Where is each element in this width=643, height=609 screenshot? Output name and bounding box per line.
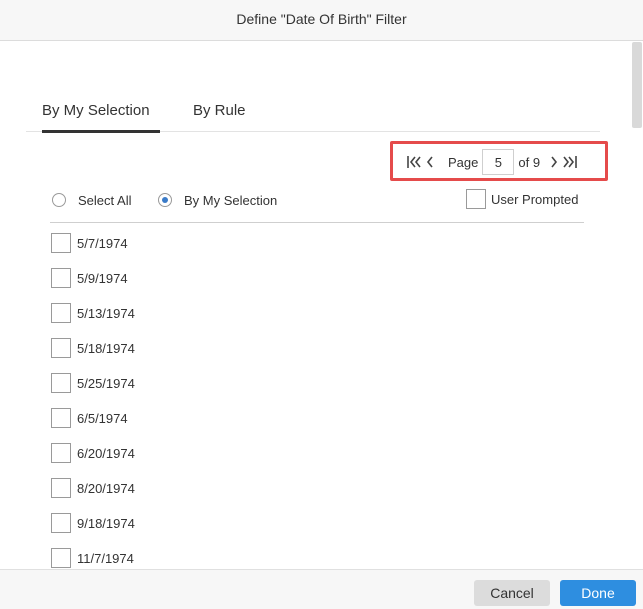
page-label: Page bbox=[448, 154, 479, 170]
value-label[interactable]: 6/20/1974 bbox=[77, 446, 135, 461]
list-item[interactable]: 11/7/1974 bbox=[51, 547, 584, 569]
divider bbox=[50, 222, 584, 223]
list-item[interactable]: 5/9/1974 bbox=[51, 267, 584, 302]
list-item[interactable]: 9/18/1974 bbox=[51, 512, 584, 547]
last-page-icon[interactable] bbox=[562, 151, 578, 173]
tab-by-rule[interactable]: By Rule bbox=[193, 100, 263, 132]
value-label[interactable]: 6/5/1974 bbox=[77, 411, 128, 426]
value-checkbox[interactable] bbox=[51, 548, 71, 568]
list-item[interactable]: 5/7/1974 bbox=[51, 232, 584, 267]
previous-page-icon[interactable] bbox=[422, 151, 438, 173]
value-label[interactable]: 5/18/1974 bbox=[77, 341, 135, 356]
next-page-icon[interactable] bbox=[546, 151, 562, 173]
dialog-title: Define "Date Of Birth" Filter bbox=[236, 11, 407, 27]
cancel-button[interactable]: Cancel bbox=[474, 580, 550, 606]
value-list: 5/7/1974 5/9/1974 5/13/1974 5/18/1974 5/… bbox=[51, 232, 584, 569]
list-item[interactable]: 5/25/1974 bbox=[51, 372, 584, 407]
tab-by-my-selection[interactable]: By My Selection bbox=[42, 100, 160, 133]
page-number-input[interactable] bbox=[482, 149, 515, 175]
first-page-icon[interactable] bbox=[406, 151, 422, 173]
list-item[interactable]: 6/20/1974 bbox=[51, 442, 584, 477]
select-all-label[interactable]: Select All bbox=[78, 193, 131, 208]
by-my-selection-label[interactable]: By My Selection bbox=[184, 193, 277, 208]
value-checkbox[interactable] bbox=[51, 408, 71, 428]
dialog-footer: Cancel Done bbox=[0, 569, 643, 609]
value-label[interactable]: 5/9/1974 bbox=[77, 271, 128, 286]
done-button[interactable]: Done bbox=[560, 580, 636, 606]
tab-bar: By My Selection By Rule bbox=[26, 100, 600, 133]
user-prompted-checkbox[interactable] bbox=[466, 189, 486, 209]
value-label[interactable]: 5/7/1974 bbox=[77, 236, 128, 251]
filter-dialog: Define "Date Of Birth" Filter By My Sele… bbox=[0, 0, 643, 609]
value-checkbox[interactable] bbox=[51, 443, 71, 463]
value-checkbox[interactable] bbox=[51, 338, 71, 358]
value-checkbox[interactable] bbox=[51, 233, 71, 253]
selection-options: Select All By My Selection User Prompted bbox=[50, 189, 584, 222]
select-all-radio[interactable] bbox=[52, 193, 66, 207]
list-item[interactable]: 5/18/1974 bbox=[51, 337, 584, 372]
value-label[interactable]: 5/25/1974 bbox=[77, 376, 135, 391]
list-item[interactable]: 6/5/1974 bbox=[51, 407, 584, 442]
user-prompted-label[interactable]: User Prompted bbox=[491, 192, 578, 207]
list-item[interactable]: 5/13/1974 bbox=[51, 302, 584, 337]
value-label[interactable]: 11/7/1974 bbox=[77, 551, 134, 566]
value-checkbox[interactable] bbox=[51, 478, 71, 498]
value-checkbox[interactable] bbox=[51, 303, 71, 323]
value-checkbox[interactable] bbox=[51, 513, 71, 533]
scrollbar[interactable] bbox=[629, 42, 643, 569]
value-checkbox[interactable] bbox=[51, 268, 71, 288]
value-checkbox[interactable] bbox=[51, 373, 71, 393]
page-count-label: of 9 bbox=[518, 154, 541, 170]
value-label[interactable]: 8/20/1974 bbox=[77, 481, 135, 496]
dialog-header: Define "Date Of Birth" Filter bbox=[0, 0, 643, 41]
pagination: Page of 9 bbox=[400, 149, 578, 175]
scrollbar-thumb[interactable] bbox=[632, 42, 642, 128]
value-label[interactable]: 5/13/1974 bbox=[77, 306, 135, 321]
value-label[interactable]: 9/18/1974 bbox=[77, 516, 135, 531]
list-item[interactable]: 8/20/1974 bbox=[51, 477, 584, 512]
by-my-selection-radio[interactable] bbox=[158, 193, 172, 207]
dialog-body: By My Selection By Rule Page of 9 Select… bbox=[0, 42, 643, 569]
